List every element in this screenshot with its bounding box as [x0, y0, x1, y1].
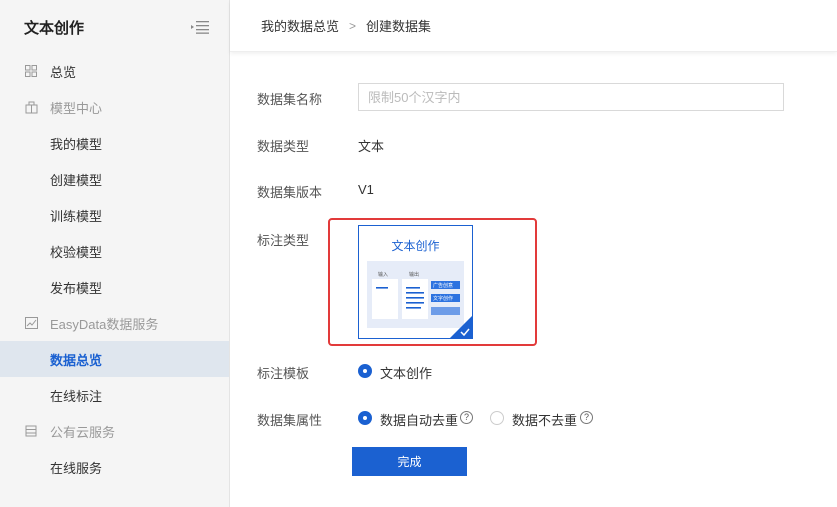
sidebar-group-model-center[interactable]: 模型中心 [0, 89, 229, 125]
sidebar-item-create-model[interactable]: 创建模型 [0, 161, 229, 197]
sidebar: 文本创作 总览 模型中心 我的模型 创建模型 训练模型 校验模型 发布模型 Ea… [0, 0, 230, 507]
dataset-version-label: 数据集版本 [257, 185, 323, 200]
sidebar-item-online-service[interactable]: 在线服务 [0, 449, 229, 485]
server-icon [24, 424, 38, 438]
breadcrumb-separator: > [349, 18, 357, 33]
template-radio-label: 文本创作 [380, 366, 433, 381]
illustration-tag-text-creation: 文字创作 [433, 296, 454, 302]
sidebar-item-validate-model[interactable]: 校验模型 [0, 233, 229, 269]
sidebar-item-overview[interactable]: 总览 [0, 53, 229, 89]
chart-icon [24, 316, 38, 330]
model-icon [24, 100, 38, 114]
checkmark-icon [460, 328, 470, 336]
breadcrumb: 我的数据总览 > 创建数据集 [230, 0, 837, 52]
sidebar-group-easydata[interactable]: EasyData数据服务 [0, 305, 229, 341]
annotation-type-label: 标注类型 [257, 233, 310, 248]
dataset-name-input[interactable] [358, 83, 784, 111]
sidebar-item-label: 公有云服务 [50, 424, 116, 440]
sidebar-item-data-overview[interactable]: 数据总览 [0, 341, 229, 377]
sidebar-group-public-cloud[interactable]: 公有云服务 [0, 413, 229, 449]
sidebar-item-label: 发布模型 [50, 280, 103, 296]
attribute-radio-no-dedup[interactable] [490, 411, 504, 425]
annotation-type-card-text-creation[interactable]: 文本创作 输入 输出 广告创意 文字创作 [358, 225, 473, 339]
data-type-label: 数据类型 [257, 139, 310, 154]
annotation-type-card-title: 文本创作 [391, 239, 440, 253]
sidebar-item-label: 我的模型 [50, 136, 103, 152]
sidebar-item-label: 训练模型 [50, 208, 103, 224]
dataset-attribute-label: 数据集属性 [257, 413, 323, 428]
collapse-menu-icon[interactable] [189, 19, 211, 35]
breadcrumb-parent-link[interactable]: 我的数据总览 [261, 16, 339, 35]
help-icon[interactable]: ? [460, 411, 473, 424]
sidebar-item-label: 总览 [50, 64, 77, 80]
sidebar-item-label: 校验模型 [50, 244, 103, 260]
dataset-name-label: 数据集名称 [257, 92, 323, 107]
sidebar-item-publish-model[interactable]: 发布模型 [0, 269, 229, 305]
dataset-version-value: V1 [358, 182, 374, 197]
attribute-radio-no-dedup-label: 数据不去重 [512, 413, 578, 428]
help-icon[interactable]: ? [580, 411, 593, 424]
sidebar-header: 文本创作 [0, 0, 229, 54]
breadcrumb-current: 创建数据集 [366, 19, 432, 34]
submit-button[interactable]: 完成 [352, 447, 467, 476]
sidebar-item-label: EasyData数据服务 [50, 316, 159, 332]
sidebar-item-label: 模型中心 [50, 100, 103, 116]
sidebar-item-label: 创建模型 [50, 172, 103, 188]
attribute-radio-auto-dedup[interactable] [358, 411, 372, 425]
illustration-tag-ad-creative: 广告创意 [433, 283, 454, 289]
attribute-radio-auto-dedup-label: 数据自动去重 [380, 413, 459, 428]
sidebar-item-label: 在线服务 [50, 460, 103, 476]
sidebar-title: 文本创作 [24, 19, 85, 37]
grid-icon [24, 64, 38, 78]
annotation-template-label: 标注模板 [257, 366, 310, 381]
sidebar-item-my-models[interactable]: 我的模型 [0, 125, 229, 161]
sidebar-item-label: 数据总览 [50, 352, 103, 368]
data-type-value: 文本 [358, 139, 385, 154]
sidebar-item-online-annotation[interactable]: 在线标注 [0, 377, 229, 413]
sidebar-item-label: 在线标注 [50, 388, 103, 404]
template-radio-text-creation[interactable] [358, 364, 372, 378]
sidebar-item-train-model[interactable]: 训练模型 [0, 197, 229, 233]
